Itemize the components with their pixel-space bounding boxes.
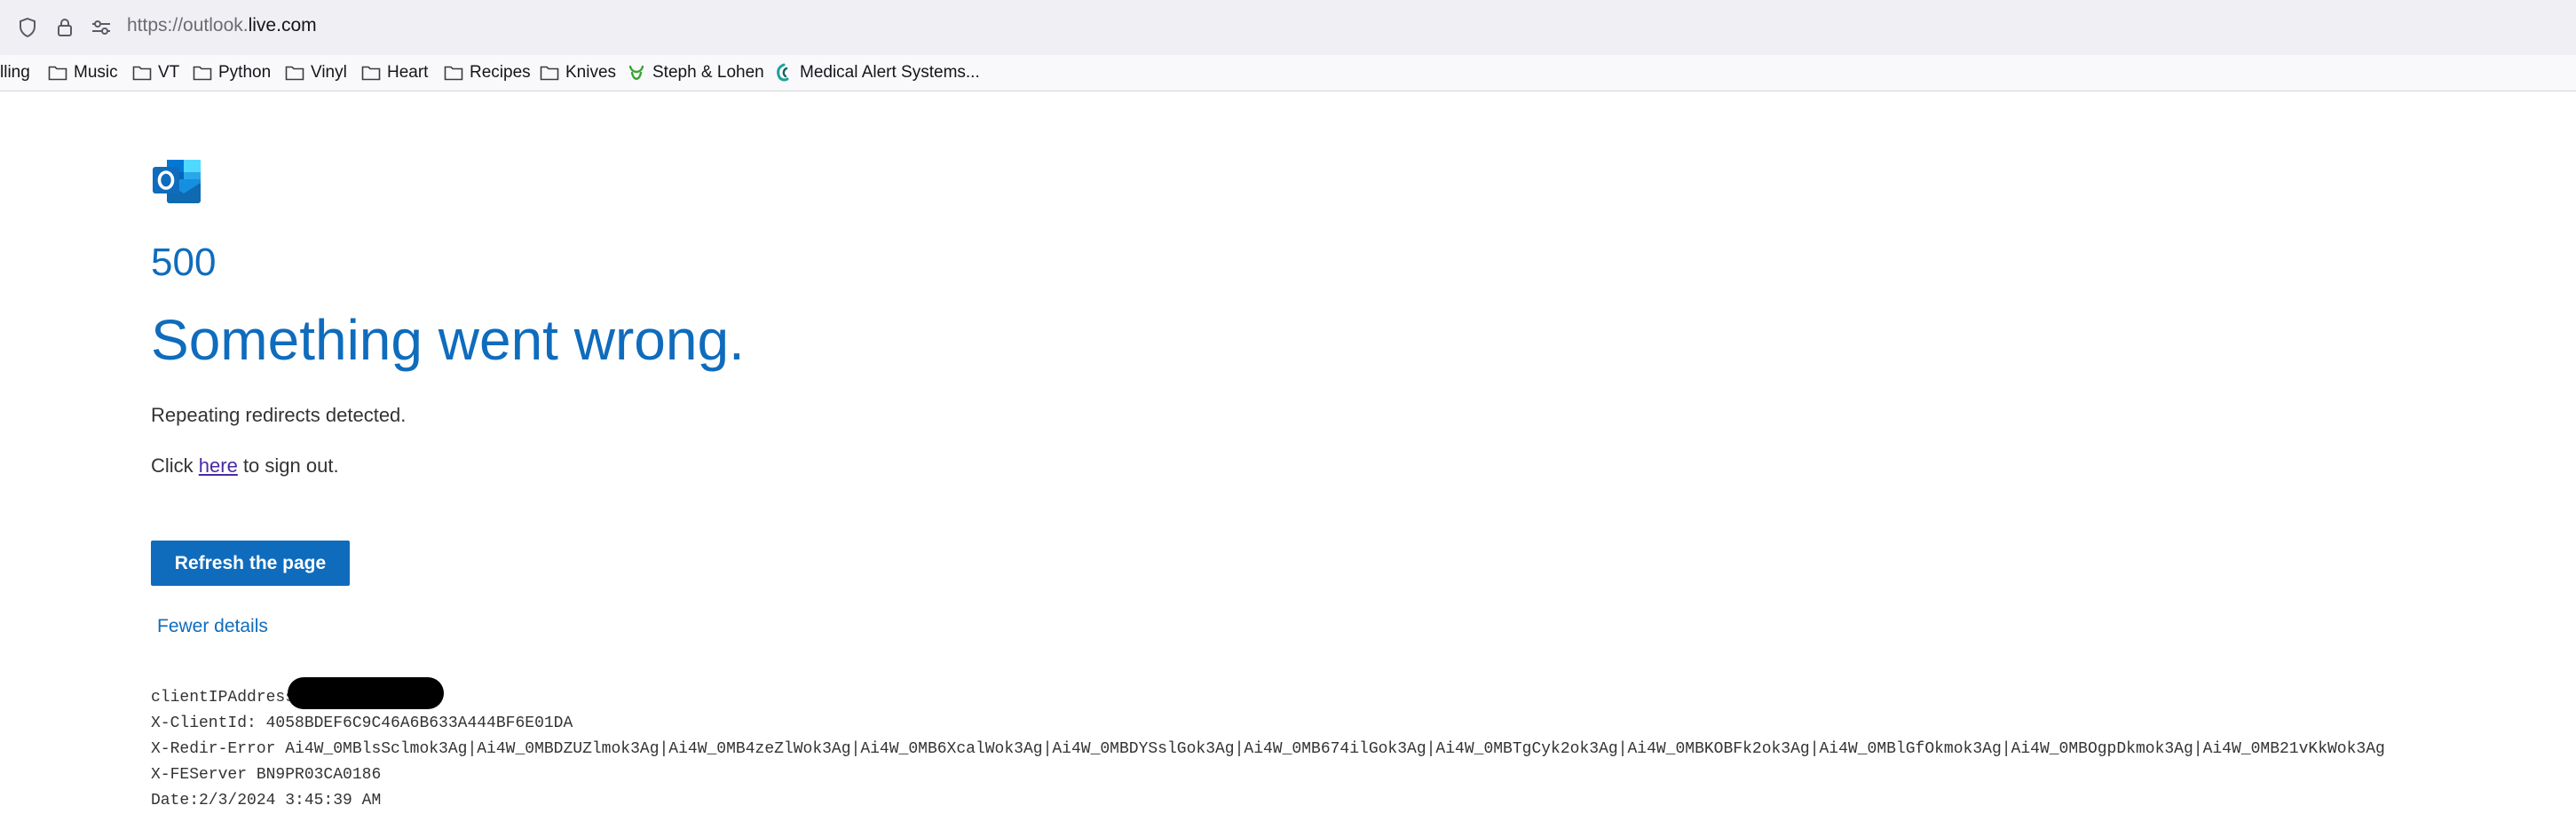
folder-icon — [285, 65, 304, 81]
smile-icon — [627, 63, 646, 83]
bookmark-folder-python[interactable]: Python — [193, 60, 271, 85]
folder-icon — [444, 65, 463, 81]
folder-icon — [48, 65, 67, 81]
error-page: 500 Something went wrong. Repeating redi… — [0, 91, 2576, 837]
diagnostics-block: clientIPAddress X-ClientId: 4058BDEF6C9C4… — [151, 677, 2385, 814]
outlook-logo-icon — [151, 158, 202, 204]
folder-icon — [361, 65, 381, 81]
bookmark-label: Recipes — [470, 63, 531, 82]
redir-error-line: X-Redir-Error Ai4W_0MBlsSclmok3Ag|Ai4W_0… — [151, 739, 2385, 758]
sign-out-prefix: Click — [151, 454, 199, 477]
sign-out-link[interactable]: here — [199, 454, 238, 477]
bookmark-label: lling — [0, 63, 30, 82]
url-prefix: https://outlook. — [127, 15, 249, 36]
bookmark-label: Medical Alert Systems... — [800, 63, 980, 82]
site-settings-icon[interactable] — [86, 12, 116, 43]
date-line: Date:2/3/2024 3:45:39 AM — [151, 791, 382, 809]
bookmark-label: Vinyl — [311, 63, 347, 82]
bookmark-folder-vinyl[interactable]: Vinyl — [285, 60, 347, 85]
bookmark-label: Heart — [387, 63, 429, 82]
client-id-line: X-ClientId: 4058BDEF6C9C46A6B633A444BF6E… — [151, 714, 573, 732]
fe-server-line: X-FEServer BN9PR03CA0186 — [151, 765, 382, 784]
bookmark-folder-music[interactable]: Music — [48, 60, 118, 85]
bookmark-label: Knives — [565, 63, 617, 82]
sign-out-suffix: to sign out. — [237, 454, 339, 477]
bookmark-label: Steph & Lohen — [652, 63, 764, 82]
url-field[interactable]: https://outlook.live.com — [127, 15, 317, 36]
bookmark-label: Music — [74, 63, 118, 82]
client-ip-line: clientIPAddress — [151, 677, 2385, 711]
medical-alert-icon — [774, 63, 794, 83]
bookmark-steph-lohen[interactable]: Steph & Lohen — [627, 60, 764, 85]
folder-icon — [193, 65, 212, 81]
error-code: 500 — [151, 241, 217, 284]
lock-icon[interactable] — [50, 12, 80, 43]
fewer-details-link[interactable]: Fewer details — [157, 616, 268, 637]
shield-icon[interactable] — [12, 12, 43, 43]
bookmark-label: Python — [218, 63, 272, 82]
bookmark-folder-recipes[interactable]: Recipes — [444, 60, 531, 85]
error-headline: Something went wrong. — [151, 308, 745, 372]
sign-out-line: Click here to sign out. — [151, 454, 339, 478]
bookmark-folder-vt[interactable]: VT — [132, 60, 179, 85]
bookmark-medical-alert[interactable]: Medical Alert Systems... — [774, 60, 980, 85]
bookmark-folder-heart[interactable]: Heart — [361, 60, 428, 85]
bookmark-lling[interactable]: lling — [0, 60, 30, 85]
refresh-page-button[interactable]: Refresh the page — [151, 541, 350, 586]
error-message: Repeating redirects detected. — [151, 404, 407, 426]
url-domain: live.com — [248, 15, 317, 36]
bookmarks-bar: lling Music VT Python Vinyl Heart Recipe… — [0, 55, 2576, 91]
folder-icon — [540, 65, 559, 81]
bookmark-label: VT — [158, 63, 180, 82]
bookmark-folder-knives[interactable]: Knives — [540, 60, 616, 85]
browser-toolbar: https://outlook.live.com — [0, 0, 2576, 56]
client-ip-label: clientIPAddress — [151, 688, 296, 707]
folder-icon — [132, 65, 152, 81]
redaction-mark — [288, 677, 445, 709]
